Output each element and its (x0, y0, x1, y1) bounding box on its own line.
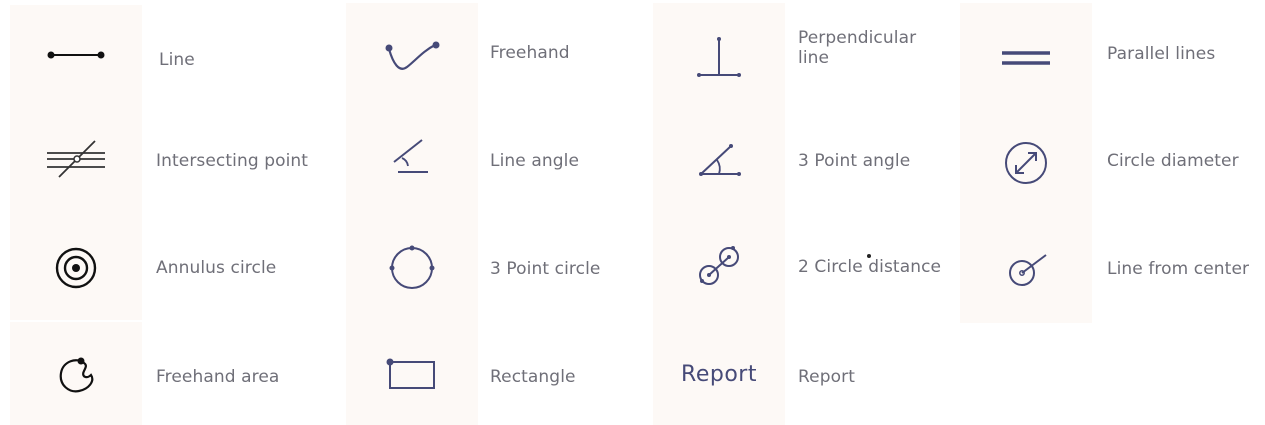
tool-freehand-label: Freehand (490, 43, 570, 63)
parallel-lines-icon (1002, 51, 1050, 65)
tool-circle-diameter-label: Circle diameter (1107, 151, 1239, 171)
tool-two-circle-distance-button[interactable] (653, 213, 785, 323)
tool-line-angle-button[interactable] (346, 113, 478, 213)
tool-annulus-circle-button[interactable] (10, 215, 142, 320)
tool-three-point-circle-label: 3 Point circle (490, 259, 601, 279)
tool-line-label: Line (159, 50, 195, 70)
perpendicular-line-icon (697, 37, 741, 77)
tool-intersecting-point-label: Intersecting point (156, 151, 309, 171)
tool-two-circle-distance-label: 2 Circle distance (798, 257, 942, 277)
two-circle-distance-icon (699, 246, 739, 285)
freehand-area-icon (59, 357, 94, 392)
circle-diameter-icon (1005, 142, 1047, 184)
line-angle-icon (393, 139, 428, 173)
tool-freehand-area-label: Freehand area (156, 367, 280, 387)
tool-freehand-button[interactable] (346, 3, 478, 113)
tool-perpendicular-line-label: Perpendicular line (798, 28, 917, 68)
line-from-center-icon (1009, 254, 1047, 286)
tool-report-button[interactable]: Report (653, 323, 785, 425)
tool-intersecting-point-button[interactable] (10, 105, 142, 215)
tool-parallel-lines-button[interactable] (960, 3, 1092, 113)
tool-line-angle-label: Line angle (490, 151, 579, 171)
rectangle-icon (386, 358, 435, 389)
tool-three-point-angle-label: 3 Point angle (798, 151, 911, 171)
tool-perpendicular-line-button[interactable] (653, 3, 785, 113)
tool-freehand-area-button[interactable] (10, 322, 142, 425)
tool-line-button[interactable] (10, 5, 142, 105)
tool-parallel-lines-label: Parallel lines (1107, 44, 1216, 64)
tool-three-point-angle-button[interactable] (653, 113, 785, 213)
tool-line-from-center-button[interactable] (960, 213, 1092, 323)
freehand-curve-icon (385, 41, 440, 70)
tool-report-label: Report (798, 367, 855, 387)
annulus-circle-icon (55, 247, 97, 288)
tool-circle-diameter-button[interactable] (960, 113, 1092, 213)
tool-annulus-circle-label: Annulus circle (156, 258, 277, 278)
three-point-angle-icon (699, 144, 741, 176)
report-icon-text: Report (681, 361, 757, 387)
tool-three-point-circle-button[interactable] (346, 213, 478, 323)
point-marker-dot (867, 254, 871, 258)
intersecting-point-icon (47, 140, 105, 178)
tool-line-from-center-label: Line from center (1107, 259, 1250, 279)
three-point-circle-icon (389, 245, 435, 289)
tool-rectangle-button[interactable] (346, 323, 478, 425)
line-segment-icon (47, 51, 105, 59)
tool-rectangle-label: Rectangle (490, 367, 576, 387)
